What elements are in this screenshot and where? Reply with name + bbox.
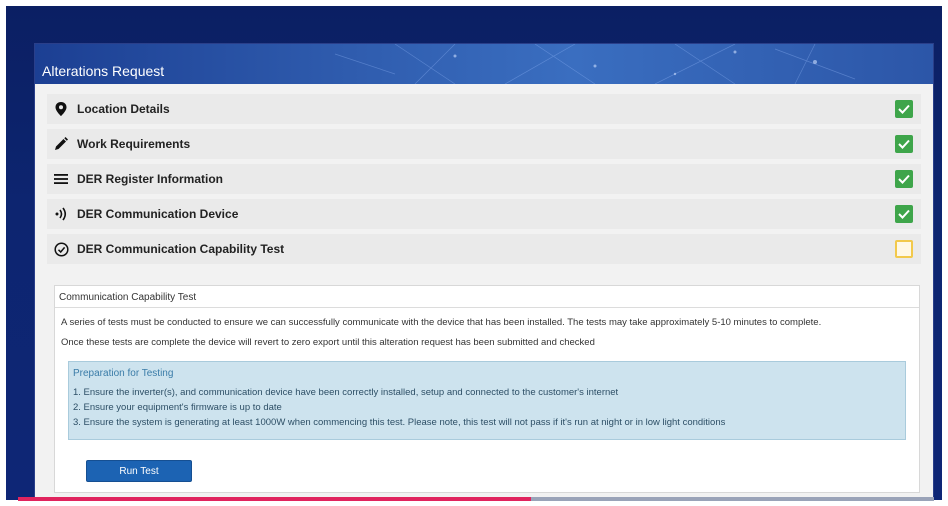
pencil-icon [53, 136, 69, 152]
preparation-item: 2. Ensure your equipment's firmware is u… [73, 402, 282, 413]
test-description-line-2: Once these tests are complete the device… [61, 337, 595, 348]
check-icon [895, 170, 913, 188]
video-progress-fill [18, 497, 531, 501]
check-icon [895, 100, 913, 118]
run-test-button[interactable]: Run Test [86, 460, 192, 482]
card-title: Alterations Request [42, 63, 165, 79]
check-icon [895, 205, 913, 223]
list-icon [53, 171, 69, 187]
step-label: DER Communication Capability Test [77, 242, 285, 256]
test-panel-heading: Communication Capability Test [55, 286, 919, 308]
step-der-communication-device[interactable]: DER Communication Device [47, 199, 921, 229]
test-description-line-1: A series of tests must be conducted to e… [61, 317, 822, 328]
check-icon [895, 135, 913, 153]
preparation-item: 3. Ensure the system is generating at le… [73, 417, 726, 428]
signal-icon [53, 206, 69, 222]
header-network-pattern [334, 44, 856, 84]
test-description: A series of tests must be conducted to e… [55, 308, 919, 353]
step-work-requirements[interactable]: Work Requirements [47, 129, 921, 159]
step-label: DER Communication Device [77, 207, 239, 221]
check-circle-icon [53, 241, 69, 257]
preparation-item: 1. Ensure the inverter(s), and communica… [73, 387, 619, 398]
step-der-communication-capability-test[interactable]: DER Communication Capability Test [47, 234, 921, 264]
step-location-details[interactable]: Location Details [47, 94, 921, 124]
preparation-info-box: Preparation for Testing 1. Ensure the in… [68, 361, 906, 440]
card-header: Alterations Request [35, 44, 933, 84]
alterations-request-card: Alterations Request Location Details Wor… [34, 43, 934, 500]
communication-capability-test-panel: Communication Capability Test A series o… [54, 285, 920, 493]
preparation-heading: Preparation for Testing [73, 368, 174, 379]
step-der-register-information[interactable]: DER Register Information [47, 164, 921, 194]
steps-list: Location Details Work Requirements DER R… [47, 94, 921, 264]
step-label: Location Details [77, 102, 170, 116]
map-pin-icon [53, 101, 69, 117]
step-label: Work Requirements [77, 137, 191, 151]
pending-checkbox-icon [895, 240, 913, 258]
video-progress-bar[interactable] [18, 497, 934, 501]
step-label: DER Register Information [77, 172, 224, 186]
